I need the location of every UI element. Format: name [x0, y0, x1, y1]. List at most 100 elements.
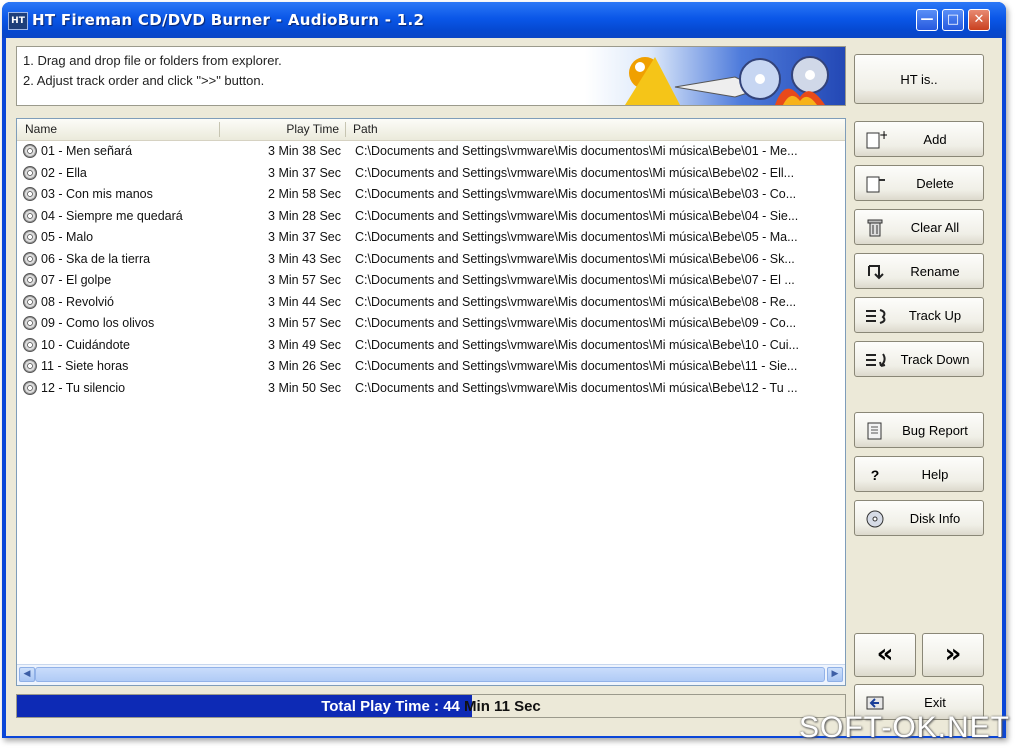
back-icon: « — [876, 639, 894, 669]
audio-track-icon — [23, 316, 37, 330]
column-separator[interactable] — [219, 122, 220, 137]
clear-all-label: Clear All — [910, 220, 960, 235]
track-path: C:\Documents and Settings\vmware\Mis doc… — [355, 230, 798, 244]
track-play-time: 3 Min 49 Sec — [268, 337, 341, 352]
track-name: 07 - El golpe — [41, 273, 112, 287]
exit-label: Exit — [924, 695, 946, 710]
disk-info-button[interactable]: Disk Info — [854, 500, 984, 536]
svg-text:+: + — [879, 130, 887, 142]
track-name: 11 - Siete horas — [41, 359, 129, 373]
instructions-panel: 1. Drag and drop file or folders from ex… — [16, 46, 846, 106]
delete-button[interactable]: Delete — [854, 165, 984, 201]
track-up-icon — [865, 306, 886, 326]
track-name: 12 - Tu silencio — [41, 380, 126, 395]
table-row[interactable]: 01 - Men señará 3 Min 38 Sec C:\Documents … — [17, 141, 845, 162]
track-play-time: 3 Min 26 Sec — [268, 359, 341, 373]
track-play-time: 3 Min 43 Sec — [268, 251, 341, 266]
track-down-icon — [865, 350, 886, 370]
table-row[interactable]: 12 - Tu silencio 3 Min 50 Sec C:\Documents… — [17, 378, 845, 399]
audio-track-icon — [23, 380, 37, 395]
table-row[interactable]: 04 - Siempre me quedará 3 Min 28 Sec C:\Do… — [17, 206, 845, 227]
track-path: C:\Documents and Settings\vmware\Mis doc… — [355, 337, 799, 352]
track-path: C:\Documents and Settings\vmware\Mis doc… — [355, 294, 797, 309]
instruction-line-1: 1. Drag and drop file or folders from ex… — [23, 53, 282, 68]
app-window: HT HT Fireman CD/DVD Burner - AudioBurn … — [2, 2, 1006, 738]
scroll-right-icon[interactable]: ▶ — [827, 667, 843, 682]
disc-icon — [865, 509, 885, 529]
track-play-time: 3 Min 37 Sec — [268, 230, 341, 244]
table-row[interactable]: 02 - Ella 3 Min 37 Sec C:\Documents and Se… — [17, 163, 845, 184]
table-row[interactable]: 07 - El golpe 3 Min 57 Sec C:\Documents an… — [17, 270, 845, 291]
ht-is-button[interactable]: HT is.. — [854, 54, 984, 104]
track-name: 10 - Cuidándote — [41, 337, 130, 352]
banner-image — [585, 47, 845, 105]
track-name: 04 - Siempre me quedará — [41, 208, 183, 223]
add-label: Add — [923, 132, 947, 147]
title-bar[interactable]: HT HT Fireman CD/DVD Burner - AudioBurn … — [2, 2, 1006, 38]
list-header: Name Play Time Path — [17, 119, 845, 141]
table-row[interactable]: 06 - Ska de la tierra 3 Min 43 Sec C:\Docu… — [17, 249, 845, 270]
track-play-time: 3 Min 37 Sec — [268, 165, 341, 180]
scroll-thumb[interactable] — [35, 667, 825, 682]
maximize-button[interactable]: □ — [942, 9, 964, 31]
instruction-line-2: 2. Adjust track order and click ">>" but… — [23, 73, 265, 88]
column-play-time[interactable]: Play Time — [221, 122, 339, 136]
track-path: C:\Documents and Settings\vmware\Mis doc… — [355, 187, 797, 201]
next-icon: » — [944, 639, 962, 669]
table-row[interactable]: 10 - Cuidándote 3 Min 49 Sec C:\Documents … — [17, 335, 845, 356]
table-row[interactable]: 05 - Malo 3 Min 37 Sec C:\Documents and Se… — [17, 227, 845, 248]
minimize-button[interactable]: — — [916, 9, 938, 31]
track-path: C:\Documents and Settings\vmware\Mis doc… — [355, 208, 799, 223]
trash-icon — [865, 218, 885, 238]
audio-track-icon — [23, 165, 37, 180]
audio-track-icon — [23, 230, 37, 244]
help-label: Help — [921, 467, 949, 482]
close-button[interactable]: ✕ — [968, 9, 990, 31]
next-button[interactable]: » — [922, 633, 984, 677]
table-row[interactable]: 08 - Revolvió 3 Min 44 Sec C:\Documents an… — [17, 292, 845, 313]
track-play-time: 3 Min 57 Sec — [268, 273, 341, 287]
track-play-time: 3 Min 44 Sec — [268, 294, 341, 309]
track-up-button[interactable]: Track Up — [854, 297, 984, 333]
track-path: C:\Documents and Settings\vmware\Mis doc… — [355, 359, 798, 373]
disk-info-label: Disk Info — [909, 511, 961, 526]
window-title: HT Fireman CD/DVD Burner - AudioBurn - 1… — [32, 11, 425, 29]
track-name: 01 - Men señará — [41, 144, 133, 158]
help-button[interactable]: ? Help — [854, 456, 984, 492]
column-path[interactable]: Path — [353, 122, 378, 136]
horizontal-scrollbar[interactable]: ◀ ▶ — [17, 664, 845, 685]
track-play-time: 3 Min 50 Sec — [268, 380, 341, 395]
track-down-button[interactable]: Track Down — [854, 341, 984, 377]
add-button[interactable]: + Add — [854, 121, 984, 157]
track-name: 02 - Ella — [41, 165, 87, 180]
track-play-time: 3 Min 38 Sec — [268, 144, 341, 158]
maximize-icon: □ — [946, 12, 960, 27]
table-row[interactable]: 09 - Como los olivos 3 Min 57 Sec C:\Docum… — [17, 313, 845, 334]
delete-label: Delete — [916, 176, 954, 191]
table-row[interactable]: 11 - Siete horas 3 Min 26 Sec C:\Documents… — [17, 356, 845, 377]
report-icon — [865, 421, 885, 441]
audio-track-icon — [23, 294, 37, 309]
audio-track-icon — [23, 251, 37, 266]
rename-button[interactable]: Rename — [854, 253, 984, 289]
watermark-text: SOFT-OK.NET — [798, 711, 1010, 744]
clear-all-button[interactable]: Clear All — [854, 209, 984, 245]
bug-report-label: Bug Report — [902, 423, 968, 438]
scroll-left-icon[interactable]: ◀ — [19, 667, 35, 682]
total-play-time-text: Total Play Time : 44 Min 11 Sec — [17, 698, 845, 715]
track-list[interactable]: Name Play Time Path 01 - Men señará 3 Min… — [16, 118, 846, 686]
back-button[interactable]: « — [854, 633, 916, 677]
audio-track-icon — [23, 187, 37, 201]
help-icon: ? — [870, 467, 880, 483]
track-path: C:\Documents and Settings\vmware\Mis doc… — [355, 316, 797, 330]
bug-report-button[interactable]: Bug Report — [854, 412, 984, 448]
column-separator[interactable] — [345, 122, 346, 137]
track-play-time: 3 Min 57 Sec — [268, 316, 341, 330]
rename-label: Rename — [910, 264, 960, 279]
table-row[interactable]: 03 - Con mis manos 2 Min 58 Sec C:\Documen… — [17, 184, 845, 205]
burner-illustration — [625, 56, 829, 105]
column-name[interactable]: Name — [25, 122, 57, 136]
audio-track-icon — [23, 337, 37, 352]
minimize-icon: — — [920, 12, 934, 27]
app-icon: HT — [8, 12, 28, 30]
